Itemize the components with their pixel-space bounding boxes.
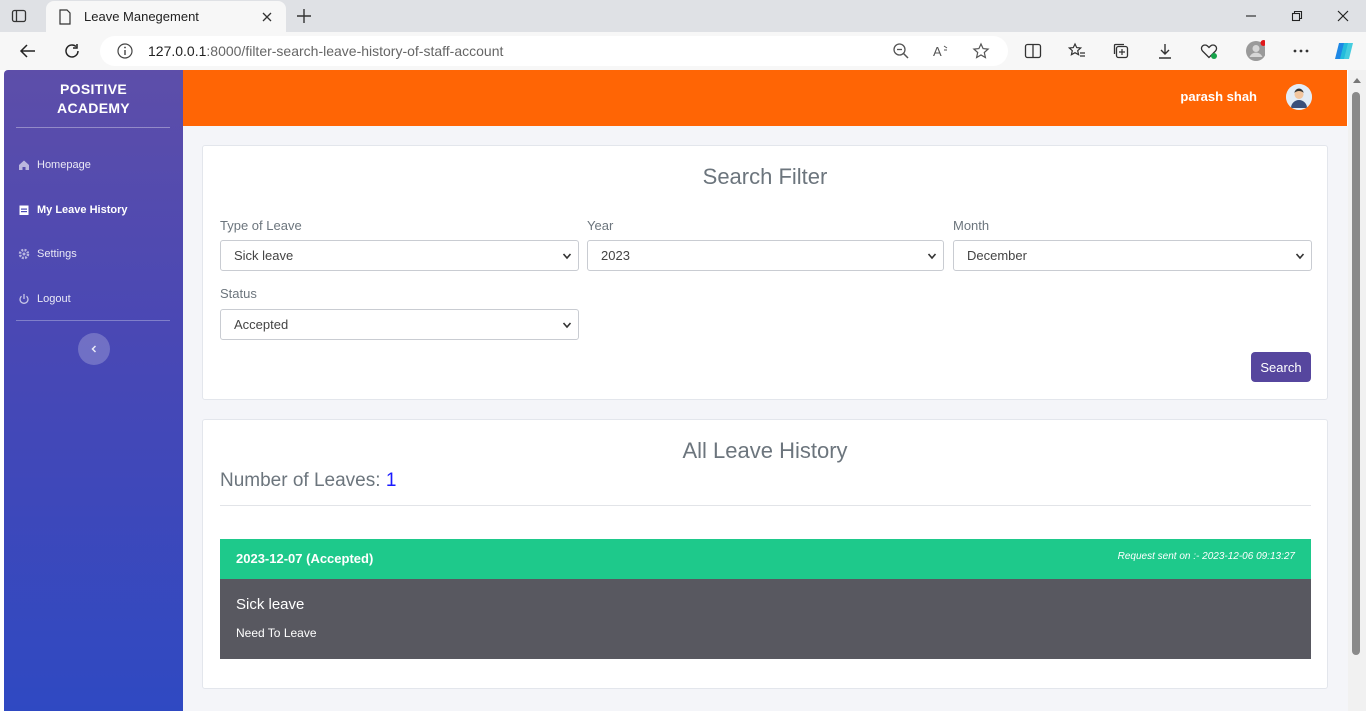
leave-type: Sick leave	[236, 596, 305, 613]
minimize-icon[interactable]	[1228, 0, 1274, 32]
browser-essentials-icon[interactable]	[1199, 41, 1219, 61]
chevron-down-icon	[562, 253, 572, 260]
info-icon[interactable]	[116, 42, 134, 60]
refresh-icon[interactable]	[62, 41, 82, 61]
favorite-star-icon[interactable]	[972, 42, 990, 60]
status-label: Status	[220, 286, 257, 301]
downloads-icon[interactable]	[1155, 41, 1175, 61]
chevron-down-icon	[927, 253, 937, 260]
chevron-left-icon	[91, 345, 97, 353]
top-navbar: parash shah	[183, 70, 1347, 126]
chevron-down-icon	[1295, 253, 1305, 260]
leave-date-status: 2023-12-07 (Accepted)	[236, 551, 374, 566]
back-icon[interactable]	[18, 41, 38, 61]
main-content: Search Filter Type of Leave Sick leave Y…	[183, 126, 1348, 711]
brand-divider	[16, 127, 170, 128]
leave-entry-header: 2023-12-07 (Accepted) Request sent on :-…	[220, 539, 1311, 579]
leave-history-title: All Leave History	[682, 438, 848, 463]
chevron-down-icon	[562, 322, 572, 329]
sidebar-item-homepage[interactable]: Homepage	[18, 155, 91, 175]
leave-history-card: All Leave History Number of Leaves: 1 20…	[202, 419, 1328, 689]
zoom-out-icon[interactable]	[892, 42, 910, 60]
sidebar: POSITIVE ACADEMY Homepage My Leave Histo…	[4, 70, 183, 711]
browser-tab[interactable]: Leave Manegement	[46, 1, 286, 32]
calendar-icon	[18, 204, 30, 216]
search-filter-title: Search Filter	[702, 164, 828, 189]
month-label: Month	[953, 218, 990, 233]
year-label: Year	[587, 218, 614, 233]
browser-toolbar: 127.0.0.1:8000/filter-search-leave-histo…	[0, 32, 1366, 70]
leave-reason: Need To Leave	[236, 626, 317, 640]
type-of-leave-label: Type of Leave	[220, 218, 302, 233]
home-icon	[18, 159, 30, 171]
collections-icon[interactable]	[1111, 41, 1131, 61]
browser-tab-bar: Leave Manegement	[0, 0, 1366, 32]
type-of-leave-select[interactable]: Sick leave	[220, 240, 579, 271]
favorites-icon[interactable]	[1067, 41, 1087, 61]
restore-icon[interactable]	[1274, 0, 1320, 32]
scroll-up-arrow-icon[interactable]	[1353, 78, 1361, 83]
avatar[interactable]	[1286, 84, 1312, 110]
sidebar-item-settings[interactable]: Settings	[18, 244, 77, 264]
page-icon	[59, 8, 71, 25]
scroll-thumb[interactable]	[1352, 92, 1360, 655]
new-tab-icon[interactable]	[294, 6, 314, 26]
address-bar[interactable]: 127.0.0.1:8000/filter-search-leave-histo…	[100, 36, 1008, 66]
sidebar-divider	[16, 320, 170, 321]
search-button[interactable]: Search	[1251, 352, 1311, 382]
tab-actions-icon[interactable]	[10, 7, 28, 25]
leave-entry-body: Sick leave Need To Leave	[220, 579, 1311, 659]
brand-logo[interactable]: POSITIVE ACADEMY	[4, 80, 183, 118]
status-select[interactable]: Accepted	[220, 309, 579, 340]
gear-icon	[18, 248, 30, 260]
sidebar-item-my-leave-history[interactable]: My Leave History	[18, 200, 127, 220]
month-select[interactable]: December	[953, 240, 1312, 271]
leave-count-value: 1	[385, 470, 397, 491]
profile-icon[interactable]	[1245, 40, 1265, 61]
split-screen-icon[interactable]	[1023, 41, 1043, 61]
leave-request-sent: Request sent on :- 2023-12-06 09:13:27	[1117, 551, 1295, 562]
url-text: 127.0.0.1:8000/filter-search-leave-histo…	[148, 43, 504, 59]
copilot-icon[interactable]	[1333, 41, 1353, 61]
leave-count: Number of Leaves: 1	[220, 470, 397, 491]
search-filter-card: Search Filter Type of Leave Sick leave Y…	[202, 145, 1328, 400]
power-icon	[18, 293, 30, 305]
read-aloud-icon[interactable]: A	[932, 42, 950, 60]
close-tab-icon[interactable]	[260, 10, 274, 24]
more-options-icon[interactable]	[1291, 41, 1311, 61]
divider	[220, 505, 1311, 506]
sidebar-collapse-button[interactable]	[78, 333, 110, 365]
user-name[interactable]: parash shah	[1180, 89, 1257, 104]
tab-title: Leave Manegement	[84, 9, 199, 24]
page-scrollbar[interactable]	[1348, 70, 1366, 711]
close-window-icon[interactable]	[1320, 0, 1366, 32]
sidebar-item-logout[interactable]: Logout	[18, 289, 71, 309]
svg-text:A: A	[933, 44, 942, 59]
year-select[interactable]: 2023	[587, 240, 944, 271]
